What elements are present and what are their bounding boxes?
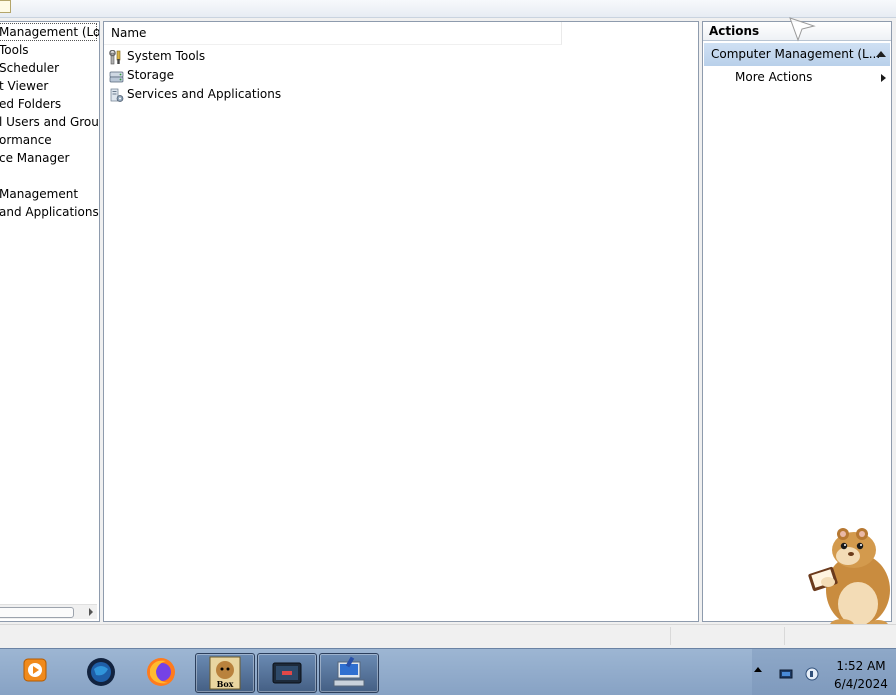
sandboxie-icon: Box: [209, 656, 241, 690]
taskbar-terminal[interactable]: [257, 653, 317, 693]
taskbar: Box 1:52 AM 6/4/2024: [0, 648, 896, 695]
list-item-system-tools[interactable]: System Tools: [109, 47, 205, 66]
tree-item-local-users-groups[interactable]: l Users and Groups: [0, 113, 99, 131]
hamster-mascot-icon: [808, 528, 890, 633]
actions-section-label: Computer Management (L...: [711, 47, 881, 61]
submenu-arrow-icon[interactable]: [881, 74, 886, 82]
tree-item-services-applications[interactable]: and Applications: [0, 203, 99, 221]
list-item-label: Services and Applications: [127, 87, 282, 101]
tree-item-system-tools[interactable]: Tools: [0, 41, 29, 59]
list-item-label: Storage: [127, 68, 174, 82]
taskbar-computer-management[interactable]: [319, 653, 379, 693]
taskbar-firefox[interactable]: [144, 655, 180, 689]
tree-item-event-viewer[interactable]: t Viewer: [0, 77, 48, 95]
show-hidden-icons-icon[interactable]: [754, 667, 762, 672]
volume-icon[interactable]: [804, 666, 820, 682]
scroll-right-icon[interactable]: [89, 608, 93, 616]
tree-item-disk-management[interactable]: Management: [0, 185, 78, 203]
tree-item-task-scheduler[interactable]: Scheduler: [0, 59, 59, 77]
tree-item-shared-folders[interactable]: ed Folders: [0, 95, 61, 113]
status-bar: [0, 624, 896, 647]
terminal-icon: [272, 662, 302, 684]
clock-time[interactable]: 1:52 AM: [830, 659, 892, 673]
svg-text:Box: Box: [217, 679, 234, 689]
content-pane: Name System Tools Storage Services and A…: [103, 21, 699, 622]
scrollbar-thumb[interactable]: [0, 607, 74, 618]
tree-pane: Management (Local Tools Scheduler t View…: [0, 21, 100, 622]
tree-item-computer-management[interactable]: Management (Local: [0, 23, 99, 41]
services-icon: [109, 88, 124, 102]
properties-icon[interactable]: [0, 0, 11, 13]
list-item-services-applications[interactable]: Services and Applications: [109, 85, 281, 104]
taskbar-sandboxie[interactable]: Box: [195, 653, 255, 693]
toolbar: [0, 0, 896, 18]
tree-item-device-manager[interactable]: ce Manager: [0, 149, 69, 167]
computer-management-icon: [333, 656, 365, 687]
taskbar-media-player[interactable]: [20, 655, 56, 689]
more-actions-link[interactable]: More Actions: [735, 70, 812, 84]
taskbar-globe[interactable]: [84, 655, 120, 689]
status-separator: [784, 627, 785, 645]
storage-icon: [109, 69, 124, 83]
tree-item-performance[interactable]: ormance: [0, 131, 52, 149]
horizontal-scrollbar[interactable]: [0, 604, 97, 619]
globe-icon: [87, 658, 115, 686]
firefox-icon: [147, 658, 175, 686]
mouse-cursor-icon: [789, 17, 816, 42]
tools-icon: [109, 49, 124, 64]
network-icon[interactable]: [778, 667, 794, 681]
collapse-up-icon[interactable]: [876, 51, 886, 57]
actions-section-computer-management[interactable]: Computer Management (L...: [704, 43, 890, 66]
media-player-icon: [23, 658, 47, 682]
status-separator: [670, 627, 671, 645]
column-header-name[interactable]: Name: [104, 22, 562, 45]
list-item-label: System Tools: [127, 49, 206, 63]
list-item-storage[interactable]: Storage: [109, 66, 174, 85]
clock-date[interactable]: 6/4/2024: [830, 677, 892, 691]
